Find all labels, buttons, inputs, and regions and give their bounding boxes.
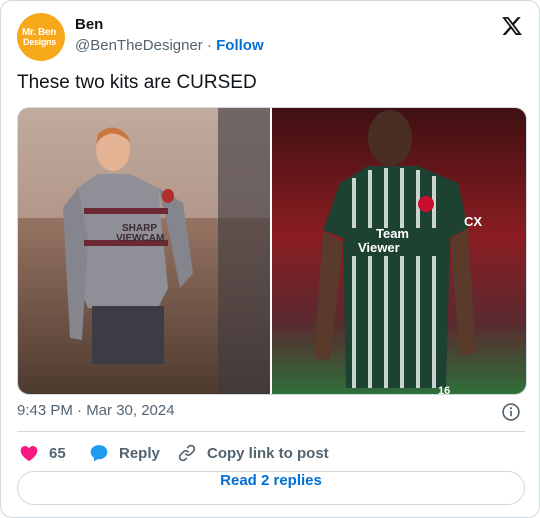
x-logo-icon[interactable] (501, 15, 523, 37)
right-sleeve-text: CX (464, 214, 482, 229)
reply-bubble-icon (90, 445, 108, 462)
tweet-header: Mr. Ben Designs Ben @BenTheDesigner · Fo… (17, 13, 525, 61)
copy-link-label: Copy link to post (207, 444, 329, 462)
heart-icon (20, 446, 38, 461)
info-icon[interactable] (501, 402, 521, 422)
author-name[interactable]: Ben (75, 16, 103, 33)
reply-label: Reply (119, 444, 160, 462)
divider (17, 431, 525, 432)
avatar-text-line2: Designs (23, 37, 56, 47)
separator-dot: · (206, 37, 212, 54)
read-replies-button[interactable]: Read 2 replies (17, 471, 525, 505)
left-photo: SHARP VIEWCAM (18, 108, 270, 394)
action-bar: 65 Reply Copy link to post (17, 441, 525, 465)
author-handle-row: @BenTheDesigner · Follow (75, 37, 264, 54)
media-image: SHARP VIEWCAM Team Viewer CX 16 (18, 108, 526, 394)
left-shirt-text-2: VIEWCAM (116, 233, 164, 244)
right-photo: Team Viewer CX 16 (272, 108, 526, 394)
right-sponsor-text-2: Viewer (358, 240, 400, 255)
link-icon (178, 444, 196, 462)
reply-button[interactable]: Reply (89, 441, 160, 465)
follow-link[interactable]: Follow (216, 37, 264, 54)
right-sponsor-text-1: Team (376, 226, 409, 241)
avatar[interactable]: Mr. Ben Designs (17, 13, 65, 61)
author-handle[interactable]: @BenTheDesigner (75, 37, 203, 54)
tweet-media[interactable]: SHARP VIEWCAM Team Viewer CX 16 (17, 107, 527, 395)
tweet-card: Mr. Ben Designs Ben @BenTheDesigner · Fo… (0, 0, 540, 518)
copy-link-button[interactable]: Copy link to post (177, 441, 329, 465)
tweet-timestamp[interactable]: 9:43 PM · Mar 30, 2024 (17, 402, 175, 419)
tweet-text: These two kits are CURSED (17, 72, 257, 93)
like-count: 65 (49, 444, 66, 462)
like-button[interactable]: 65 (19, 441, 66, 465)
right-number-peek: 16 (438, 385, 450, 394)
